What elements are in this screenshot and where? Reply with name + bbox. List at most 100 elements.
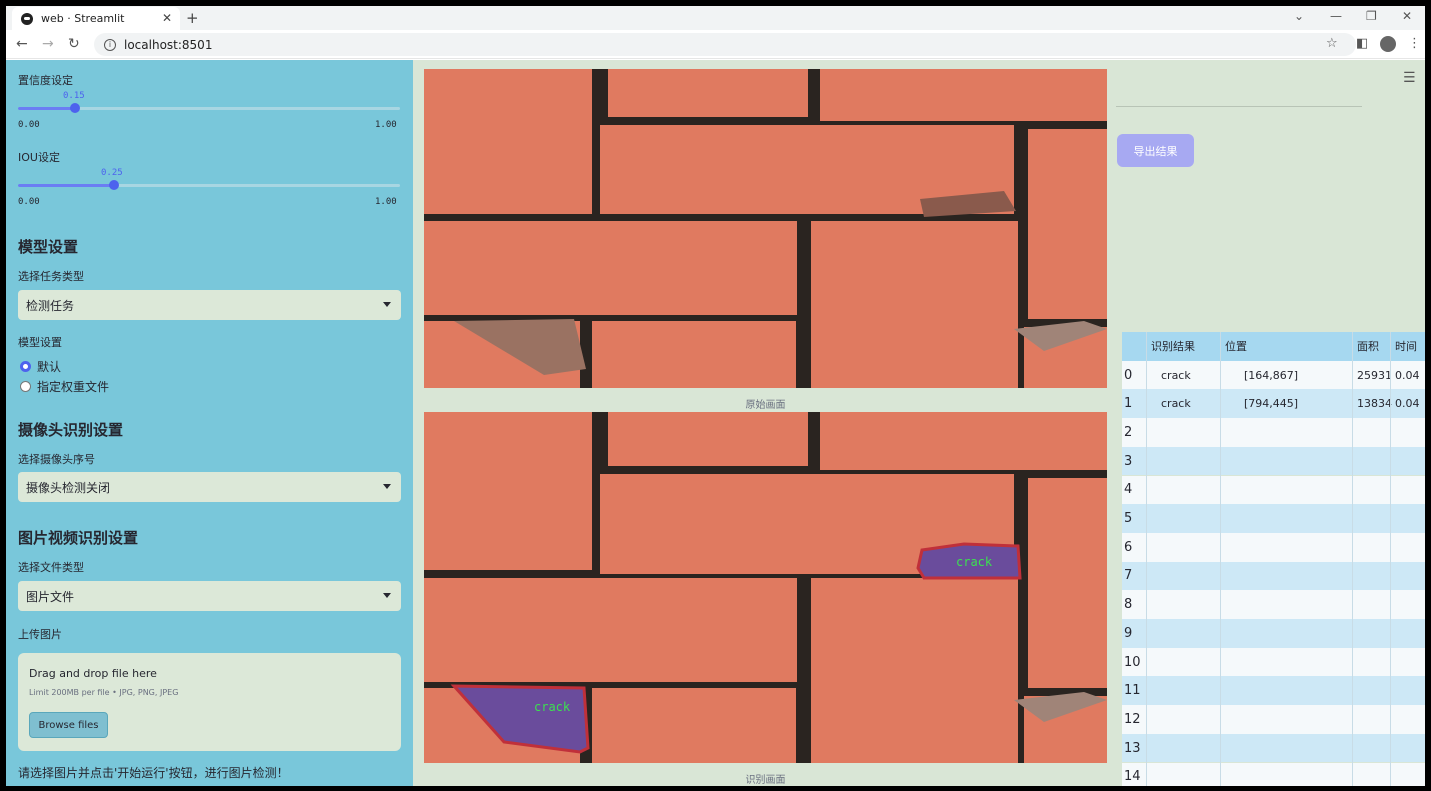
confidence-slider-fill [18, 107, 76, 110]
tab-bar: web · Streamlit ✕ + ⌄ — ❐ ✕ [6, 6, 1425, 30]
table-row[interactable]: 7 [1122, 561, 1425, 591]
detected-image: crack crack [424, 412, 1107, 763]
chevron-down-icon [383, 593, 391, 598]
upload-limit-text: Limit 200MB per file • JPG, PNG, JPEG [29, 688, 179, 697]
cell-position: [794,445] [1244, 397, 1299, 411]
column-divider [1220, 332, 1221, 786]
table-row[interactable]: 10 [1122, 647, 1425, 677]
row-index: 10 [1124, 654, 1141, 670]
radio-custom-label: 指定权重文件 [37, 380, 110, 394]
table-row[interactable]: 8 [1122, 590, 1425, 619]
column-divider [1146, 332, 1147, 786]
reload-icon[interactable]: ↻ [68, 36, 80, 52]
cell-result: crack [1161, 368, 1191, 382]
camera-index-label: 选择摄像头序号 [18, 453, 95, 466]
streamlit-favicon-icon [21, 12, 33, 25]
divider [1116, 106, 1362, 107]
tab-title: web · Streamlit [41, 12, 125, 25]
file-uploader-dropzone[interactable]: Drag and drop file here Limit 200MB per … [18, 653, 401, 751]
column-divider [1390, 332, 1391, 786]
radio-default[interactable]: 默认 [20, 358, 61, 375]
drag-drop-text: Drag and drop file here [29, 667, 157, 680]
iou-slider-fill [18, 184, 114, 187]
radio-default-label: 默认 [37, 360, 62, 374]
brick-pavement-original [424, 69, 1107, 388]
menu-kebab-icon[interactable]: ⋮ [1408, 36, 1421, 51]
row-index: 7 [1124, 568, 1133, 584]
new-tab-button[interactable]: + [186, 9, 199, 27]
iou-slider-thumb[interactable] [108, 180, 119, 190]
table-row[interactable]: 14 [1122, 762, 1425, 786]
close-window-button[interactable]: ✕ [1402, 9, 1412, 23]
model-settings-label: 模型设置 [18, 336, 62, 349]
table-row[interactable]: 3 [1122, 446, 1425, 476]
task-type-select[interactable]: 检测任务 [18, 290, 401, 320]
header-position: 位置 [1225, 340, 1247, 354]
header-time: 时间 [1395, 340, 1417, 354]
header-result: 识别结果 [1151, 340, 1195, 354]
streamlit-app: 置信度设定 0.15 0.00 1.00 IOU设定 0.25 0.00 1.0… [6, 60, 1425, 786]
cell-area: 25931 [1357, 368, 1392, 382]
browser-tab[interactable]: web · Streamlit ✕ [12, 7, 180, 30]
tab-close-icon[interactable]: ✕ [162, 11, 172, 25]
table-row[interactable]: 5 [1122, 504, 1425, 533]
table-row[interactable]: 13 [1122, 733, 1425, 763]
table-row[interactable]: 12 [1122, 705, 1425, 734]
confidence-slider[interactable] [18, 103, 400, 113]
row-index: 4 [1124, 482, 1133, 498]
table-row[interactable]: 9 [1122, 619, 1425, 648]
instruction-note: 请选择图片并点击'开始运行'按钮，进行图片检测！ [18, 766, 289, 780]
table-row[interactable]: 1 crack [794,445] 13834 0.04 [1122, 389, 1425, 419]
row-index: 2 [1124, 424, 1133, 440]
file-type-select[interactable]: 图片文件 [18, 581, 401, 611]
row-index: 8 [1124, 597, 1133, 613]
profile-avatar-icon[interactable] [1380, 36, 1396, 52]
confidence-value: 0.15 [63, 91, 85, 101]
chevron-down-icon [383, 484, 391, 489]
task-type-label: 选择任务类型 [18, 270, 84, 283]
radio-custom-weights[interactable]: 指定权重文件 [20, 378, 109, 395]
cell-position: [164,867] [1244, 368, 1299, 382]
table-row[interactable]: 11 [1122, 676, 1425, 706]
url-text: localhost:8501 [124, 37, 213, 52]
camera-index-select[interactable]: 摄像头检测关闭 [18, 472, 401, 502]
row-index: 3 [1124, 453, 1133, 469]
detection-label-2: crack [534, 700, 571, 714]
row-index: 14 [1124, 769, 1141, 785]
export-results-button[interactable]: 导出结果 [1117, 134, 1194, 167]
browser-window: web · Streamlit ✕ + ⌄ — ❐ ✕ ← → ↻ i loca… [6, 6, 1425, 786]
row-index: 11 [1124, 683, 1141, 699]
browse-files-button[interactable]: Browse files [29, 712, 108, 738]
restore-button[interactable]: ❐ [1366, 9, 1377, 23]
table-row[interactable]: 4 [1122, 475, 1425, 505]
minimize-button[interactable]: — [1330, 9, 1342, 23]
file-type-label: 选择文件类型 [18, 561, 84, 574]
back-arrow-icon[interactable]: ← [16, 36, 28, 52]
results-table[interactable]: 识别结果 位置 面积 时间 0 crack [164,867] 25931 0.04 1 c… [1122, 332, 1425, 786]
original-image [424, 69, 1107, 388]
table-row[interactable]: 6 [1122, 532, 1425, 562]
hamburger-menu-icon[interactable]: ☰ [1403, 70, 1416, 86]
brick-pavement-detected: crack crack [424, 412, 1107, 763]
iou-label: IOU设定 [18, 151, 60, 164]
column-divider [1352, 332, 1353, 786]
row-index: 0 [1124, 367, 1133, 383]
cell-time: 0.04 [1395, 368, 1420, 382]
tab-search-chevron-icon[interactable]: ⌄ [1294, 9, 1304, 23]
site-info-icon[interactable]: i [104, 38, 116, 51]
table-row[interactable]: 0 crack [164,867] 25931 0.04 [1122, 360, 1425, 390]
row-index: 13 [1124, 740, 1141, 756]
row-index: 5 [1124, 511, 1133, 527]
row-index: 9 [1124, 625, 1133, 641]
bookmark-star-icon[interactable]: ☆ [1326, 36, 1338, 51]
file-type-value: 图片文件 [26, 589, 75, 604]
iou-max: 1.00 [375, 197, 397, 207]
camera-settings-header: 摄像头识别设置 [18, 421, 124, 439]
confidence-slider-thumb[interactable] [70, 103, 81, 113]
forward-arrow-icon[interactable]: → [42, 36, 54, 52]
table-row[interactable]: 2 [1122, 418, 1425, 447]
side-panel-icon[interactable]: ◧ [1356, 36, 1368, 51]
radio-selected-icon [20, 361, 31, 372]
iou-slider[interactable] [18, 180, 400, 190]
url-field[interactable]: i localhost:8501 [94, 33, 1356, 56]
